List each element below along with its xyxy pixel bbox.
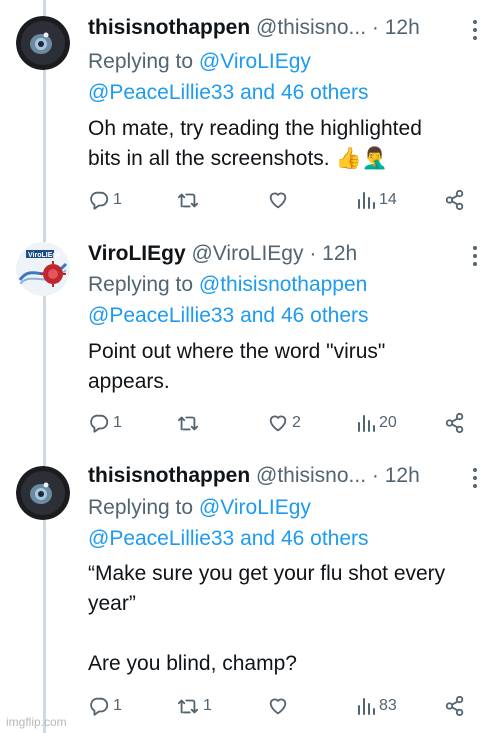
timestamp[interactable]: · 12h <box>372 464 420 487</box>
mention-others-link[interactable]: @PeaceLillie33 and 46 others <box>88 527 369 550</box>
like-icon <box>269 192 287 209</box>
views-button[interactable]: 14 <box>356 185 397 215</box>
retweet-button[interactable] <box>176 185 203 215</box>
tweet-text-line: year” <box>88 592 136 615</box>
mention-link[interactable]: @thisisnothappen <box>199 273 367 296</box>
display-name[interactable]: thisisnothappen <box>88 16 250 39</box>
more-icon[interactable] <box>472 20 478 40</box>
action-bar: 1 14 <box>88 185 484 215</box>
like-count: 2 <box>292 414 301 431</box>
tweet-text-line: Point out where the word "virus" <box>88 340 386 363</box>
replying-to-label: Replying to <box>88 273 199 296</box>
reply-icon <box>90 697 109 716</box>
like-button[interactable] <box>267 691 292 721</box>
reply-count: 1 <box>113 191 122 208</box>
views-count: 83 <box>379 697 397 714</box>
thread-line <box>43 0 46 733</box>
replying-to-label: Replying to <box>88 496 199 519</box>
retweet-icon <box>177 416 199 431</box>
tweet-text: Point out where the word "virus" appears… <box>88 337 484 397</box>
reply-count: 1 <box>113 414 122 431</box>
svg-text:ViroLIEgy: ViroLIEgy <box>28 252 61 259</box>
display-name[interactable]: ViroLIEgy <box>88 242 186 265</box>
user-handle[interactable]: @thisisno... <box>256 16 366 39</box>
retweet-icon <box>177 699 199 714</box>
share-icon <box>445 412 464 434</box>
replying-to: Replying to @thisisnothappen <box>88 270 367 300</box>
tweet-text: Oh mate, try reading the highlighted bit… <box>88 114 484 174</box>
like-icon <box>269 698 287 715</box>
replying-to-others: @PeaceLillie33 and 46 others <box>88 78 369 108</box>
replying-to-others: @PeaceLillie33 and 46 others <box>88 301 369 331</box>
tweet-header: thisisnothappen @thisisno... · 12h <box>88 462 460 490</box>
views-button[interactable]: 20 <box>356 408 397 438</box>
more-icon[interactable] <box>472 246 478 266</box>
tweet-text-line: appears. <box>88 370 170 393</box>
mention-link[interactable]: @ViroLIEgy <box>199 496 311 519</box>
views-icon <box>358 192 375 209</box>
retweet-icon <box>177 193 199 208</box>
timestamp[interactable]: · 12h <box>372 16 420 39</box>
views-button[interactable]: 83 <box>356 691 397 721</box>
share-icon <box>445 695 464 717</box>
tweet-text-line <box>88 619 484 649</box>
replying-to: Replying to @ViroLIEgy <box>88 47 311 77</box>
like-button[interactable] <box>267 185 292 215</box>
tweet-text-line: bits in all the screenshots. 👍🤦‍♂️ <box>88 147 388 170</box>
eye-avatar-icon <box>16 16 70 70</box>
reply-button[interactable]: 1 <box>88 408 122 438</box>
retweet-button[interactable]: 1 <box>176 691 212 721</box>
replying-to-others: @PeaceLillie33 and 46 others <box>88 524 369 554</box>
like-button[interactable]: 2 <box>267 408 301 438</box>
tweet-text-line: Are you blind, champ? <box>88 652 297 675</box>
more-icon[interactable] <box>472 468 478 488</box>
reply-icon <box>90 414 109 433</box>
mention-others-link[interactable]: @PeaceLillie33 and 46 others <box>88 304 369 327</box>
replying-to: Replying to @ViroLIEgy <box>88 493 311 523</box>
views-icon <box>358 415 375 432</box>
reply-button[interactable]: 1 <box>88 185 122 215</box>
tweet-text-line: “Make sure you get your flu shot every <box>88 562 446 585</box>
user-handle[interactable]: @thisisno... <box>256 464 366 487</box>
tweet-text-line: Oh mate, try reading the highlighted <box>88 117 422 140</box>
action-bar: 1 2 20 <box>88 408 484 438</box>
action-bar: 1 1 83 <box>88 691 484 721</box>
views-icon <box>358 698 375 715</box>
timestamp[interactable]: · 12h <box>309 242 357 265</box>
share-button[interactable] <box>444 691 466 721</box>
avatar[interactable] <box>16 466 70 520</box>
like-icon <box>269 415 287 432</box>
tweet-header: ViroLIEgy @ViroLIEgy · 12h <box>88 240 460 268</box>
reply-button[interactable]: 1 <box>88 691 122 721</box>
user-handle[interactable]: @ViroLIEgy <box>191 242 303 265</box>
mention-link[interactable]: @ViroLIEgy <box>199 50 311 73</box>
virus-logo-avatar-icon: ViroLIEgy <box>16 242 70 296</box>
tweet-text: “Make sure you get your flu shot every y… <box>88 559 484 679</box>
views-count: 20 <box>379 414 397 431</box>
share-icon <box>445 189 464 211</box>
retweet-count: 1 <box>203 697 212 714</box>
avatar[interactable] <box>16 16 70 70</box>
eye-avatar-icon <box>16 466 70 520</box>
share-button[interactable] <box>444 408 466 438</box>
replying-to-label: Replying to <box>88 50 199 73</box>
retweet-button[interactable] <box>176 408 203 438</box>
reply-icon <box>90 191 109 210</box>
watermark: imgflip.com <box>6 715 67 729</box>
display-name[interactable]: thisisnothappen <box>88 464 250 487</box>
reply-count: 1 <box>113 697 122 714</box>
avatar[interactable]: ViroLIEgy <box>16 242 70 296</box>
tweet-header: thisisnothappen @thisisno... · 12h <box>88 14 460 42</box>
views-count: 14 <box>379 191 397 208</box>
mention-others-link[interactable]: @PeaceLillie33 and 46 others <box>88 81 369 104</box>
share-button[interactable] <box>444 185 466 215</box>
